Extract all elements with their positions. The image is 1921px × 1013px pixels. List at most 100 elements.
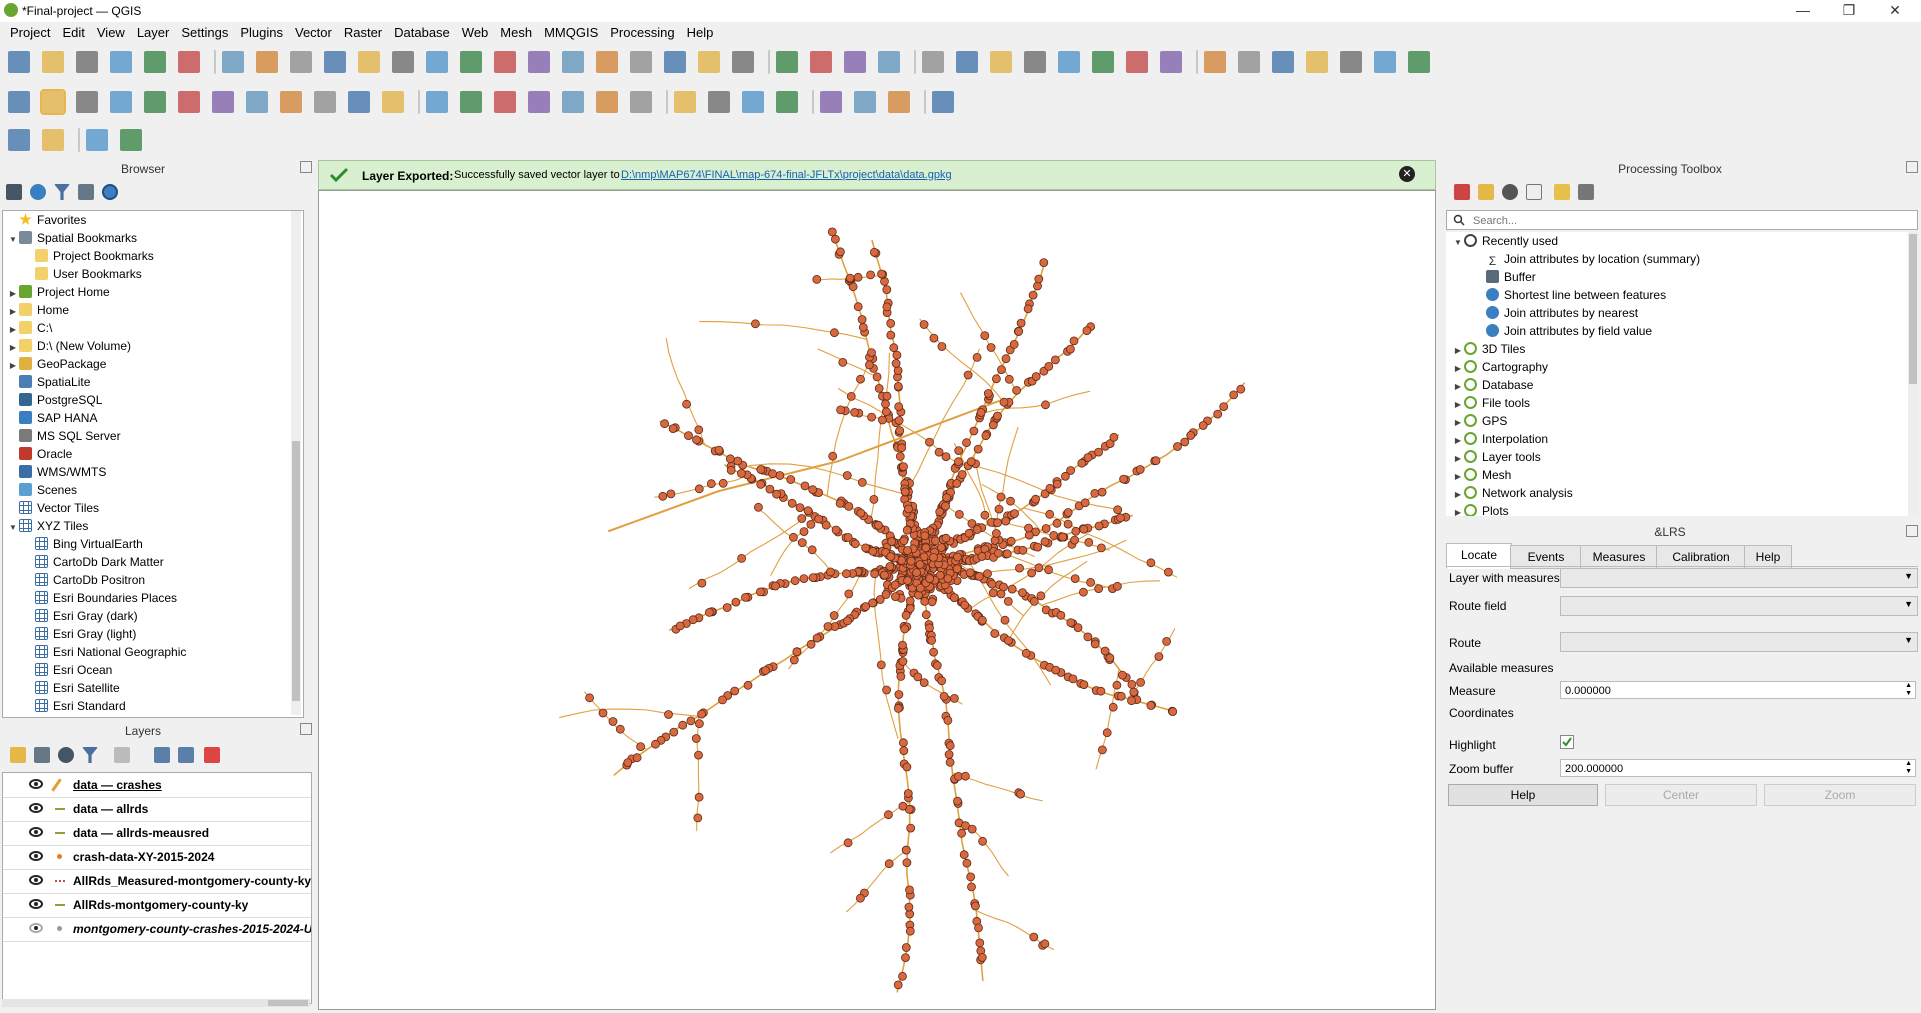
layer-item[interactable]: data — crashes	[3, 773, 311, 798]
browser-item-spatialite[interactable]: SpatiaLite	[3, 373, 90, 391]
scripts-icon[interactable]	[1478, 184, 1494, 200]
expand-all-icon[interactable]	[154, 747, 170, 763]
browser-item-spatial-bookmarks[interactable]: ▼ Spatial Bookmarks	[3, 229, 137, 247]
copy-features-icon[interactable]	[280, 91, 302, 113]
processing-item-join-attributes-by-field-value[interactable]: Join attributes by field value	[1446, 322, 1652, 340]
browser-item-esri-gray-dark-[interactable]: Esri Gray (dark)	[3, 607, 138, 625]
zoom-to-native-icon[interactable]	[460, 51, 482, 73]
layers-hscrollbar[interactable]	[2, 999, 310, 1007]
menu-processing[interactable]: Processing	[604, 22, 680, 44]
pan-icon[interactable]	[222, 51, 244, 73]
browser-item-postgresql[interactable]: PostgreSQL	[3, 391, 102, 409]
add-vector-icon[interactable]	[1204, 51, 1226, 73]
identify-icon[interactable]	[922, 51, 944, 73]
current-edits-icon[interactable]	[8, 91, 30, 113]
menu-raster[interactable]: Raster	[338, 22, 388, 44]
label-move-icon[interactable]	[528, 91, 550, 113]
browser-item-ms-sql-server[interactable]: MS SQL Server	[3, 427, 121, 445]
menu-vector[interactable]: Vector	[289, 22, 338, 44]
browser-item-scenes[interactable]: Scenes	[3, 481, 77, 499]
manage-visibility-icon[interactable]	[58, 747, 74, 763]
info-icon[interactable]	[102, 184, 118, 200]
plugin-globe-icon[interactable]	[854, 91, 876, 113]
browser-item-xyz-tiles[interactable]: ▼ XYZ Tiles	[3, 517, 88, 535]
processing-item-join-attributes-by-nearest[interactable]: Join attributes by nearest	[1446, 304, 1638, 322]
processing-item-database[interactable]: ▶ Database	[1446, 376, 1533, 394]
vertex-star-icon[interactable]	[120, 129, 142, 151]
zoom-out-icon[interactable]	[324, 51, 346, 73]
digitize-icon[interactable]	[1306, 51, 1328, 73]
zoom-to-selection-icon[interactable]	[392, 51, 414, 73]
map-tips-icon[interactable]	[1126, 51, 1148, 73]
processing-item-file-tools[interactable]: ▶ File tools	[1446, 394, 1530, 412]
eye-visible-icon[interactable]	[29, 875, 43, 885]
label-rotate-icon[interactable]	[562, 91, 584, 113]
deselect-icon[interactable]	[844, 51, 866, 73]
spin-arrows-icon[interactable]: ▲ ▼	[1905, 682, 1912, 698]
select-features-icon[interactable]	[776, 51, 798, 73]
processing-item-3d-tiles[interactable]: ▶ 3D Tiles	[1446, 340, 1525, 358]
layer-with-measures-combo[interactable]: ▼	[1560, 568, 1918, 588]
browser-scroll-thumb[interactable]	[292, 441, 300, 701]
add-feature-icon[interactable]	[110, 91, 132, 113]
browser-item-vector-tiles[interactable]: Vector Tiles	[3, 499, 99, 517]
browser-item-cartodb-positron[interactable]: CartoDb Positron	[3, 571, 145, 589]
help-contents-icon[interactable]	[932, 91, 954, 113]
open-project-icon[interactable]	[42, 51, 64, 73]
remove-layer-icon[interactable]	[204, 747, 220, 763]
collapsed-arrow-icon[interactable]: ▶	[1452, 504, 1464, 516]
menu-view[interactable]: View	[91, 22, 131, 44]
shp-tool-icon[interactable]	[42, 129, 64, 151]
open-processing-icon[interactable]	[990, 51, 1012, 73]
layer-item[interactable]: AllRds_Measured-montgomery-county-ky	[3, 869, 311, 894]
label-pin-icon[interactable]	[460, 91, 482, 113]
toggle-editing-icon[interactable]	[40, 89, 66, 115]
browser-item-esri-ocean[interactable]: Esri Ocean	[3, 661, 112, 679]
spin-arrows-icon[interactable]: ▲ ▼	[1905, 760, 1912, 776]
globe-2-icon[interactable]	[742, 91, 764, 113]
browser-item-home[interactable]: ▶ Home	[3, 301, 69, 319]
layer-item[interactable]: crash-data-XY-2015-2024	[3, 845, 311, 870]
save-project-icon[interactable]	[76, 51, 98, 73]
python-console-icon[interactable]	[820, 91, 842, 113]
processing-item-cartography[interactable]: ▶ Cartography	[1446, 358, 1548, 376]
select-location-icon[interactable]	[878, 51, 900, 73]
qgis-search-icon[interactable]	[86, 129, 108, 151]
layer-item[interactable]: data — allrds-meausred	[3, 821, 311, 846]
measure-spinbox[interactable]: 0.000000 ▲ ▼	[1560, 681, 1916, 699]
digitize-rect-icon[interactable]	[674, 91, 696, 113]
zoom-full-icon[interactable]	[358, 51, 380, 73]
filter-legend-icon[interactable]	[82, 747, 98, 763]
minimize-icon[interactable]: —	[1780, 0, 1826, 22]
plugin-star-icon[interactable]	[888, 91, 910, 113]
browser-item-esri-satellite[interactable]: Esri Satellite	[3, 679, 120, 697]
eye-visible-icon[interactable]	[29, 899, 43, 909]
vertex-tool-icon[interactable]	[144, 91, 166, 113]
eye-visible-icon[interactable]	[29, 779, 43, 789]
highlight-checkbox[interactable]	[1560, 735, 1574, 749]
browser-item-user-bookmarks[interactable]: User Bookmarks	[3, 265, 142, 283]
browser-item-c-[interactable]: ▶ C:\	[3, 319, 52, 337]
cut-features-icon[interactable]	[246, 91, 268, 113]
center-button[interactable]: Center	[1605, 784, 1757, 806]
zoom-next-icon[interactable]	[528, 51, 550, 73]
show-bookmarks-icon[interactable]	[664, 51, 686, 73]
undo-icon[interactable]	[348, 91, 370, 113]
new-project-icon[interactable]	[8, 51, 30, 73]
measure-icon[interactable]	[1092, 51, 1114, 73]
processing-item-shortest-line-between-features[interactable]: Shortest line between features	[1446, 286, 1666, 304]
menu-layer[interactable]: Layer	[131, 22, 176, 44]
eye-visible-icon[interactable]	[29, 803, 43, 813]
filter-expression-icon[interactable]	[114, 747, 130, 763]
browser-scrollbar[interactable]	[291, 211, 301, 715]
eye-hidden-icon[interactable]	[29, 923, 43, 933]
statistics-icon[interactable]	[1024, 51, 1046, 73]
select-by-value-icon[interactable]	[810, 51, 832, 73]
delete-selected-icon[interactable]	[212, 91, 234, 113]
menu-edit[interactable]: Edit	[56, 22, 90, 44]
menu-mmqgis[interactable]: MMQGIS	[538, 22, 604, 44]
label-change-icon[interactable]	[596, 91, 618, 113]
route-field-combo[interactable]: ▼	[1560, 596, 1918, 616]
browser-item-esri-national-geographic[interactable]: Esri National Geographic	[3, 643, 186, 661]
layer-item[interactable]: data — allrds	[3, 797, 311, 822]
